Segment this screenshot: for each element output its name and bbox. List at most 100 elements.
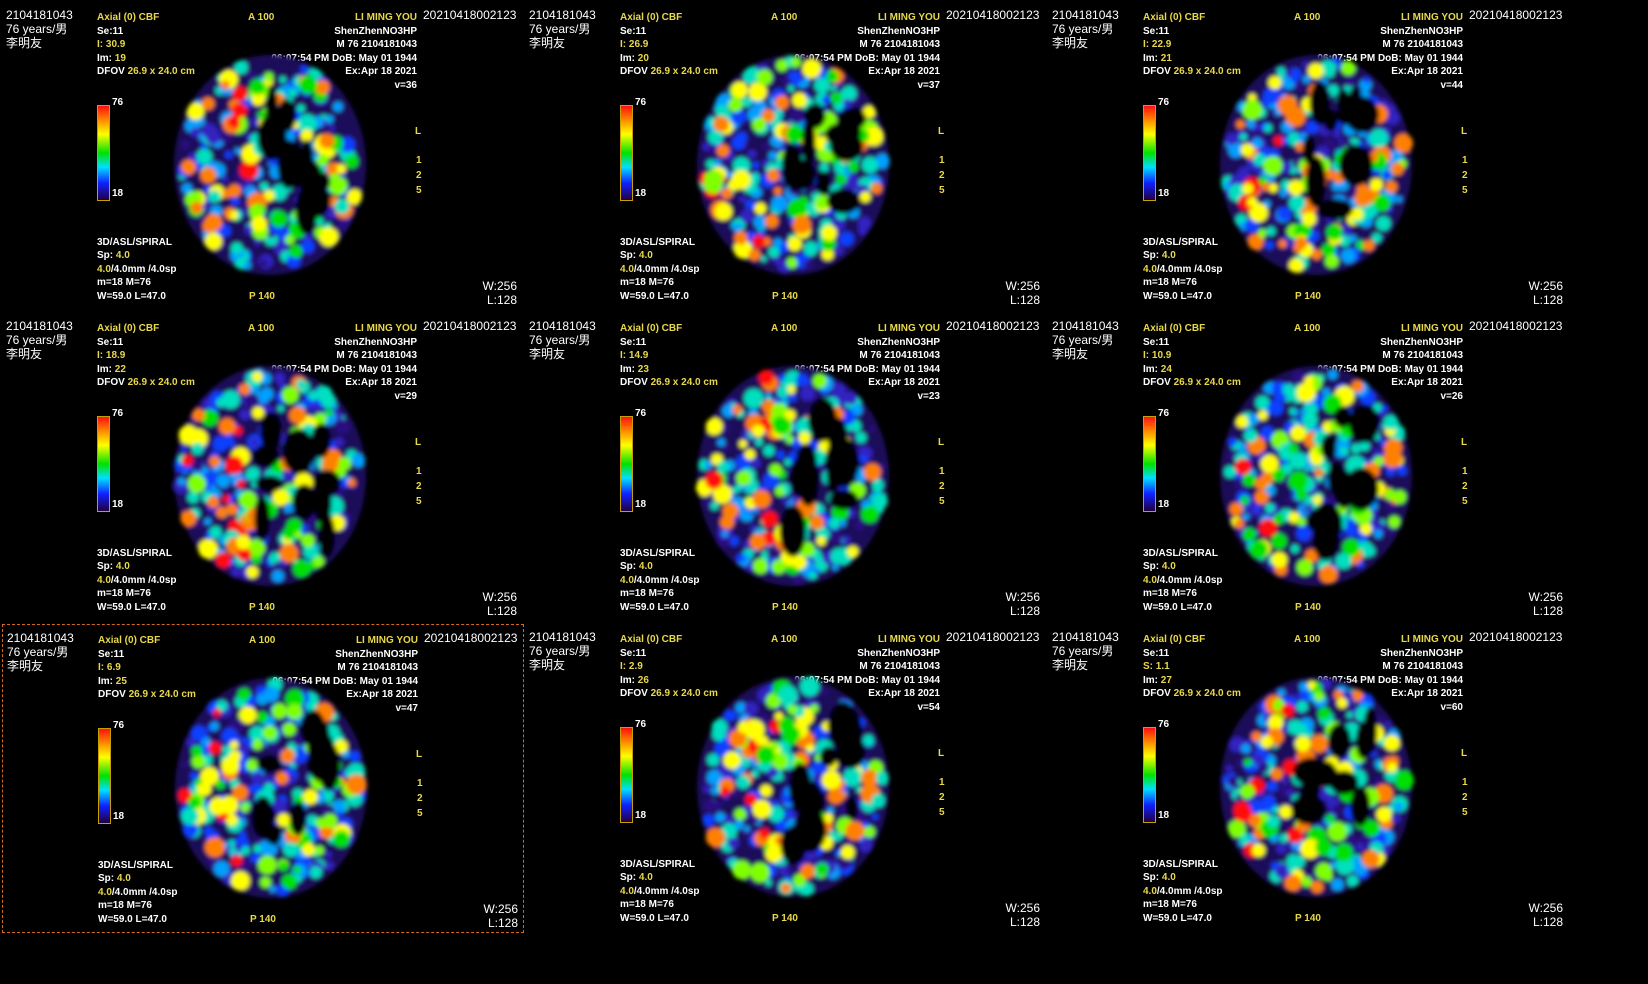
spacing: Sp: 4.0	[620, 873, 653, 883]
spacing: Sp: 4.0	[1143, 562, 1176, 572]
cbf-brain-map[interactable]	[683, 40, 903, 280]
cbf-brain-map[interactable]	[161, 663, 381, 903]
patient-id: 2104181043	[1052, 8, 1119, 22]
image-number-value: 23	[637, 364, 649, 375]
viewport-6[interactable]: 2104181043 76 years/男 李明友 20210418002123 Axi…	[1048, 313, 1570, 622]
accession-number: 20210418002123	[424, 631, 518, 645]
min-max: m=18 M=76	[1143, 277, 1197, 288]
thickness-value: 4.0	[97, 575, 111, 586]
spacing-label: Sp:	[97, 250, 114, 261]
image-number: Im: 23	[620, 364, 649, 375]
marker-2: 2	[939, 792, 945, 803]
institution: ShenZhenNO3HP	[1380, 648, 1463, 659]
marker-3: 5	[416, 496, 422, 507]
window-level-values: W=59.0 L=47.0	[620, 602, 689, 613]
marker-1: 1	[1462, 155, 1468, 166]
dfov-label: DFOV	[98, 689, 126, 700]
orientation-posterior: P 140	[1295, 291, 1321, 302]
slice-location-label: I:	[1143, 39, 1150, 50]
cbf-brain-map[interactable]	[683, 351, 903, 591]
viewport-8[interactable]: 2104181043 76 years/男 李明友 20210418002123 Axi…	[525, 624, 1047, 933]
patient-id: 2104181043	[7, 631, 74, 645]
slice-location-label: I:	[620, 39, 627, 50]
patient-age-sex: 76 years/男	[6, 22, 68, 36]
slice-location-label: I:	[1143, 350, 1150, 361]
slice-location-label: I:	[97, 350, 104, 361]
patient-age-sex: 76 years/男	[529, 333, 591, 347]
series-number: Se:11	[1143, 337, 1170, 348]
slice-location: I: 18.9	[97, 351, 125, 361]
orientation-anterior: A 100	[771, 634, 798, 645]
patient-name-cn: 李明友	[6, 347, 43, 361]
image-number-value: 21	[1160, 53, 1172, 64]
patient-id: 2104181043	[529, 319, 596, 333]
slice-location: I: 22.9	[1143, 40, 1171, 50]
scale-max: 76	[112, 97, 124, 108]
window-level-values: W=59.0 L=47.0	[620, 291, 689, 302]
orientation-anterior: A 100	[1294, 12, 1321, 23]
viewport-3[interactable]: 2104181043 76 years/男 李明友 20210418002123 Axi…	[1048, 2, 1570, 311]
patient-age-sex: 76 years/男	[529, 22, 591, 36]
viewport-7[interactable]: 2104181043 76 years/男 李明友 20210418002123 Axi…	[2, 624, 524, 933]
slice-location-value: 26.9	[628, 39, 649, 50]
viewport-4[interactable]: 2104181043 76 years/男 李明友 20210418002123 Axi…	[2, 313, 524, 622]
series-number: Se:11	[620, 26, 647, 37]
patient-name-cn: 李明友	[7, 659, 44, 673]
series-title: Axial (0) CBF	[1143, 634, 1206, 645]
orientation-posterior: P 140	[772, 913, 798, 924]
orientation-posterior: P 140	[772, 602, 798, 613]
scale-max: 76	[1158, 408, 1170, 419]
institution: ShenZhenNO3HP	[857, 648, 940, 659]
color-scale-bar	[1143, 727, 1156, 823]
color-scale-bar	[98, 728, 111, 824]
min-max: m=18 M=76	[1143, 588, 1197, 599]
slice-location-label: I:	[97, 39, 104, 50]
orientation-anterior: A 100	[248, 323, 275, 334]
marker-2: 2	[939, 481, 945, 492]
laterality-marker: L	[938, 437, 945, 448]
scale-min: 18	[112, 499, 124, 510]
patient-name-cn: 李明友	[529, 658, 566, 672]
image-number: Im: 25	[98, 676, 127, 687]
slice-location: I: 2.9	[620, 662, 643, 672]
slice-location-value: 22.9	[1151, 39, 1172, 50]
viewer-grid: 2104181043 76 years/男 李明友 20210418002123 Axi…	[0, 0, 1648, 984]
viewport-5[interactable]: 2104181043 76 years/男 李明友 20210418002123 Axi…	[525, 313, 1047, 622]
dfov-label: DFOV	[97, 377, 125, 388]
laterality-marker: L	[415, 126, 422, 137]
spacing: Sp: 4.0	[620, 251, 653, 261]
cbf-brain-map[interactable]	[1206, 662, 1426, 902]
marker-1: 1	[416, 466, 422, 477]
viewport-9[interactable]: 2104181043 76 years/男 李明友 20210418002123 Axi…	[1048, 624, 1570, 933]
viewport-1[interactable]: 2104181043 76 years/男 李明友 20210418002123 Axi…	[2, 2, 524, 311]
series-title: Axial (0) CBF	[620, 12, 683, 23]
viewport-2[interactable]: 2104181043 76 years/男 李明友 20210418002123 Axi…	[525, 2, 1047, 311]
slice-location: S: 1.1	[1143, 662, 1170, 672]
series-title: Axial (0) CBF	[98, 635, 161, 646]
scale-min: 18	[635, 188, 647, 199]
image-number: Im: 24	[1143, 364, 1172, 375]
cbf-brain-map[interactable]	[160, 351, 380, 591]
window-level-values: W=59.0 L=47.0	[98, 914, 167, 925]
cbf-brain-map[interactable]	[683, 662, 903, 902]
spacing-label: Sp:	[1143, 250, 1160, 261]
spacing-label: Sp:	[620, 872, 637, 883]
thickness-value: 4.0	[97, 264, 111, 275]
thickness-value: 4.0	[1143, 886, 1157, 897]
window-width: W:256	[482, 279, 517, 293]
slice-location-value: 18.9	[105, 350, 126, 361]
view-number: v=44	[1440, 80, 1463, 91]
image-number-value: 20	[637, 53, 649, 64]
cbf-brain-map[interactable]	[160, 40, 380, 280]
scale-max: 76	[112, 408, 124, 419]
spacing-value: 4.0	[1161, 561, 1176, 572]
cbf-brain-map[interactable]	[1206, 351, 1426, 591]
patient-name-en: LI MING YOU	[354, 12, 417, 23]
marker-1: 1	[416, 155, 422, 166]
scale-max: 76	[635, 97, 647, 108]
color-scale-bar	[620, 105, 633, 201]
spacing-label: Sp:	[620, 250, 637, 261]
slice-location: I: 26.9	[620, 40, 648, 50]
accession-number: 20210418002123	[423, 8, 517, 22]
cbf-brain-map[interactable]	[1206, 40, 1426, 280]
